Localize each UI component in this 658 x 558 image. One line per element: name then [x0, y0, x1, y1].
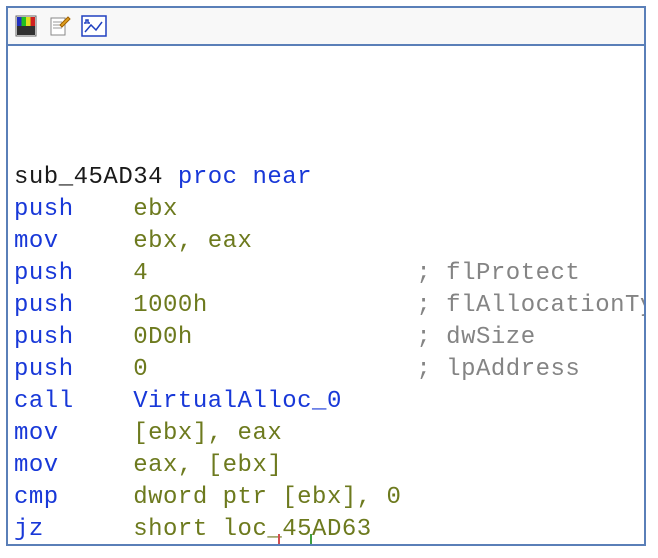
operands: eax, [ebx] [133, 452, 282, 479]
operands: ebx [133, 196, 178, 223]
operands: dword ptr [ebx], 0 [133, 484, 401, 511]
edit-note-icon[interactable] [46, 12, 74, 40]
operands: 4 [133, 260, 416, 287]
mnemonic: jz [14, 516, 133, 543]
proc-header: sub_45AD34 proc near [14, 162, 638, 194]
mnemonic: cmp [14, 484, 133, 511]
operands: 1000h [133, 292, 416, 319]
blank-area [14, 50, 638, 162]
asm-line: push 4 ; flProtect [14, 258, 638, 290]
operands: 0D0h [133, 324, 416, 351]
graph-icon[interactable] [80, 12, 108, 40]
operands: [ebx], eax [133, 420, 282, 447]
asm-line: push 1000h ; flAllocationType [14, 290, 638, 322]
operands: VirtualAlloc_0 [133, 388, 342, 415]
comment: ; lpAddress [416, 356, 580, 383]
asm-line: push 0D0h ; dwSize [14, 322, 638, 354]
asm-line: push ebx [14, 194, 638, 226]
asm-line: mov [ebx], eax [14, 418, 638, 450]
asm-line: mov eax, [ebx] [14, 450, 638, 482]
asm-line: call VirtualAlloc_0 [14, 386, 638, 418]
asm-line: cmp dword ptr [ebx], 0 [14, 482, 638, 514]
comment: ; dwSize [416, 324, 535, 351]
comment: ; flProtect [416, 260, 580, 287]
operands: short loc_45AD63 [133, 516, 371, 543]
asm-line: jz short loc_45AD63 [14, 514, 638, 546]
mnemonic: push [14, 260, 133, 287]
mnemonic: push [14, 292, 133, 319]
mnemonic: push [14, 324, 133, 351]
comment: ; flAllocationType [416, 292, 646, 319]
node-toolbar [8, 8, 644, 46]
mnemonic: call [14, 388, 133, 415]
mnemonic: push [14, 356, 133, 383]
operands: 0 [133, 356, 416, 383]
asm-line: push 0 ; lpAddress [14, 354, 638, 386]
mnemonic: mov [14, 420, 133, 447]
mnemonic: push [14, 196, 133, 223]
mnemonic: mov [14, 452, 133, 479]
disassembly-listing[interactable]: sub_45AD34 proc near push ebxmov ebx, ea… [8, 46, 644, 546]
palette-icon[interactable] [12, 12, 40, 40]
operands: ebx, eax [133, 228, 252, 255]
asm-line: mov ebx, eax [14, 226, 638, 258]
mnemonic: mov [14, 228, 133, 255]
disassembly-node-window: sub_45AD34 proc near push ebxmov ebx, ea… [6, 6, 646, 546]
